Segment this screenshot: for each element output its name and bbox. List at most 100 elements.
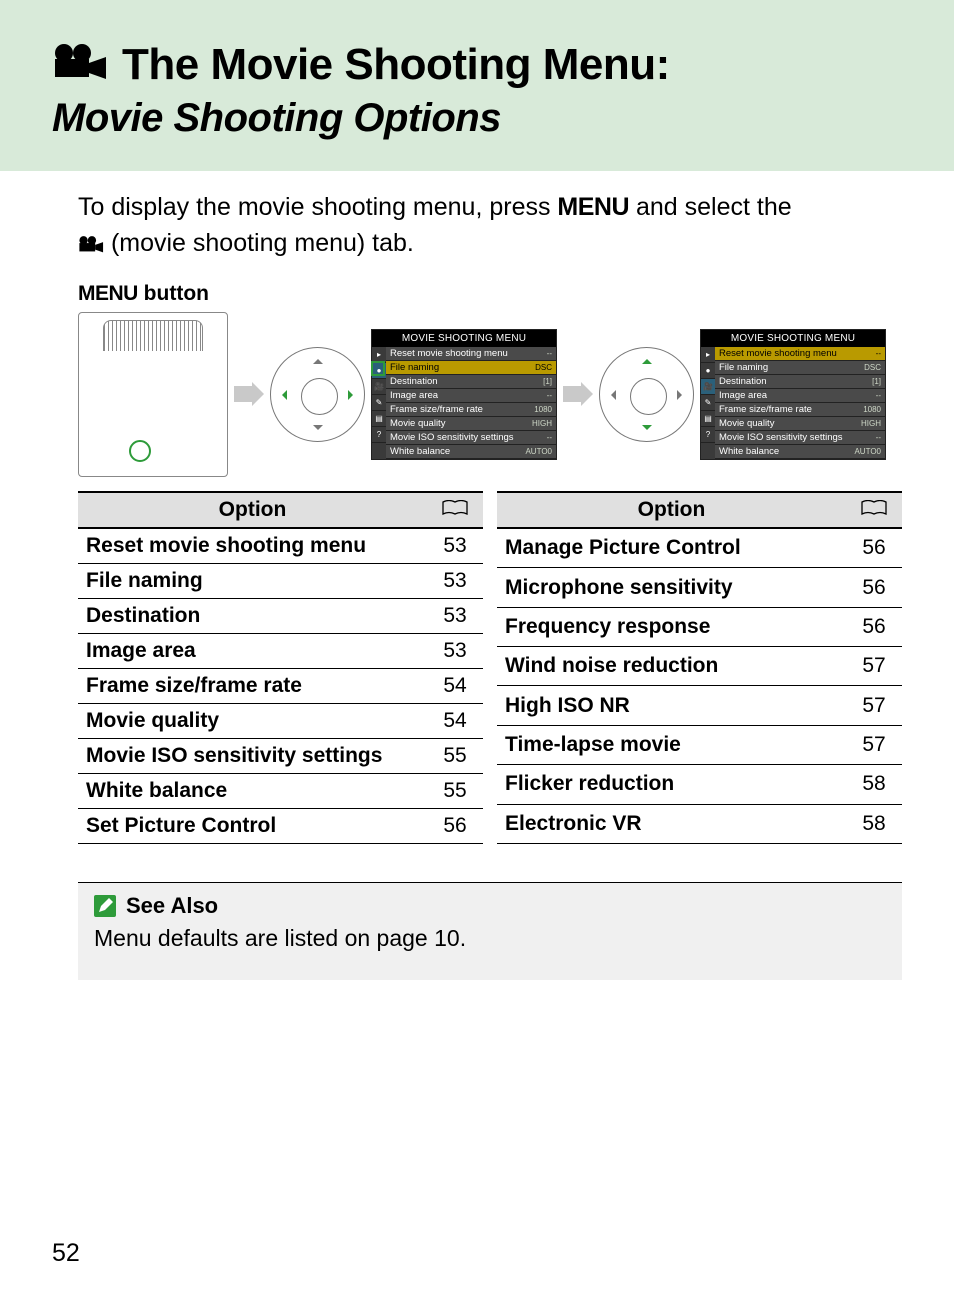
lcd-screen-1: MOVIE SHOOTING MENU ▸●🎥✎▤? Reset movie s… (371, 329, 557, 460)
screen-menu-row: Movie qualityHIGH (715, 417, 885, 431)
arrow-right-icon (234, 382, 264, 406)
intro-mid: and select the (629, 193, 792, 221)
option-page: 56 (846, 607, 902, 646)
camera-back-illustration (78, 312, 228, 477)
screen-title: MOVIE SHOOTING MENU (372, 330, 556, 347)
menu-label-inline: MENU (557, 193, 629, 221)
screen-menu-row: File namingDSC (386, 361, 556, 375)
table-row: White balance55 (78, 773, 483, 808)
button-word: button (138, 282, 209, 305)
option-page: 58 (846, 765, 902, 804)
menu-button-highlight (129, 440, 151, 462)
option-page: 55 (427, 738, 483, 773)
option-page: 54 (427, 703, 483, 738)
table-row: Manage Picture Control56 (497, 528, 902, 568)
book-icon (442, 498, 468, 522)
option-name: Image area (78, 633, 427, 668)
diagram-row: MOVIE SHOOTING MENU ▸●🎥✎▤? Reset movie s… (78, 312, 902, 477)
option-name: Microphone sensitivity (497, 568, 846, 607)
table-row: Wind noise reduction57 (497, 647, 902, 686)
movie-camera-icon (52, 43, 108, 79)
table-row: Microphone sensitivity56 (497, 568, 902, 607)
table-row: Time-lapse movie57 (497, 725, 902, 764)
menu-button-caption: MENU button (78, 282, 902, 306)
multi-selector-illustration (270, 347, 365, 442)
screen-menu-row: File namingDSC (715, 361, 885, 375)
option-page: 56 (846, 568, 902, 607)
option-page: 58 (846, 804, 902, 843)
options-tables: Option Reset movie shooting menu53File n… (78, 491, 902, 844)
option-page: 56 (846, 528, 902, 568)
screen-menu-row: Destination[1] (715, 375, 885, 389)
option-name: Flicker reduction (497, 765, 846, 804)
intro-pre: To display the movie shooting menu, pres… (78, 193, 557, 221)
screen-menu-row: Movie ISO sensitivity settings-- (715, 431, 885, 445)
option-page: 53 (427, 633, 483, 668)
option-name: Movie quality (78, 703, 427, 738)
see-also-title: See Also (126, 893, 218, 919)
page-title: The Movie Shooting Menu: (122, 40, 670, 90)
table-row: Frame size/frame rate54 (78, 668, 483, 703)
option-name: File naming (78, 563, 427, 598)
option-page: 57 (846, 725, 902, 764)
screen-menu-row: Frame size/frame rate1080 (386, 403, 556, 417)
option-name: Set Picture Control (78, 808, 427, 843)
col-option: Option (78, 492, 427, 528)
option-name: Frame size/frame rate (78, 668, 427, 703)
options-table-right: Option Manage Picture Control56Microphon… (497, 491, 902, 844)
screen-menu-row: Destination[1] (386, 375, 556, 389)
option-name: Reset movie shooting menu (78, 528, 427, 564)
page-subtitle: Movie Shooting Options (52, 96, 902, 141)
option-page: 57 (846, 647, 902, 686)
screen-menu-row: Image area-- (715, 389, 885, 403)
option-page: 54 (427, 668, 483, 703)
screen-menu-row: White balanceAUTO0 (386, 445, 556, 459)
pencil-icon (94, 895, 116, 917)
table-row: Movie quality54 (78, 703, 483, 738)
table-row: High ISO NR57 (497, 686, 902, 725)
table-row: File naming53 (78, 563, 483, 598)
screen-menu-row: Frame size/frame rate1080 (715, 403, 885, 417)
col-option: Option (497, 492, 846, 528)
screen-menu-row: Movie ISO sensitivity settings-- (386, 431, 556, 445)
option-page: 53 (427, 528, 483, 564)
intro-text: To display the movie shooting menu, pres… (78, 189, 902, 264)
col-page-ref (427, 492, 483, 528)
lcd-screen-2: MOVIE SHOOTING MENU ▸●🎥✎▤? Reset movie s… (700, 329, 886, 460)
table-row: Set Picture Control56 (78, 808, 483, 843)
screen-tab-strip: ▸●🎥✎▤? (701, 347, 715, 459)
option-name: Manage Picture Control (497, 528, 846, 568)
table-row: Movie ISO sensitivity settings55 (78, 738, 483, 773)
option-page: 55 (427, 773, 483, 808)
screen-menu-row: Image area-- (386, 389, 556, 403)
screen-title: MOVIE SHOOTING MENU (701, 330, 885, 347)
option-name: Destination (78, 598, 427, 633)
option-page: 56 (427, 808, 483, 843)
intro-tab-label: (movie shooting menu) tab. (104, 229, 414, 257)
option-name: White balance (78, 773, 427, 808)
book-icon (861, 498, 887, 522)
arrow-right-icon (563, 382, 593, 406)
page-number: 52 (52, 1239, 80, 1268)
table-row: Electronic VR58 (497, 804, 902, 843)
see-also-box: See Also Menu defaults are listed on pag… (78, 882, 902, 980)
screen-menu-row: White balanceAUTO0 (715, 445, 885, 459)
col-page-ref (846, 492, 902, 528)
page-header: The Movie Shooting Menu: Movie Shooting … (0, 0, 954, 171)
screen-menu-row: Movie qualityHIGH (386, 417, 556, 431)
table-row: Image area53 (78, 633, 483, 668)
movie-camera-icon (78, 227, 104, 263)
multi-selector-illustration (599, 347, 694, 442)
option-page: 53 (427, 563, 483, 598)
see-also-body: Menu defaults are listed on page 10. (94, 925, 886, 952)
screen-menu-row: Reset movie shooting menu-- (715, 347, 885, 361)
tab-highlight-box (371, 361, 385, 376)
menu-word: MENU (78, 282, 138, 305)
option-name: High ISO NR (497, 686, 846, 725)
table-row: Destination53 (78, 598, 483, 633)
table-row: Reset movie shooting menu53 (78, 528, 483, 564)
option-name: Movie ISO sensitivity settings (78, 738, 427, 773)
option-page: 53 (427, 598, 483, 633)
option-name: Wind noise reduction (497, 647, 846, 686)
table-row: Frequency response56 (497, 607, 902, 646)
